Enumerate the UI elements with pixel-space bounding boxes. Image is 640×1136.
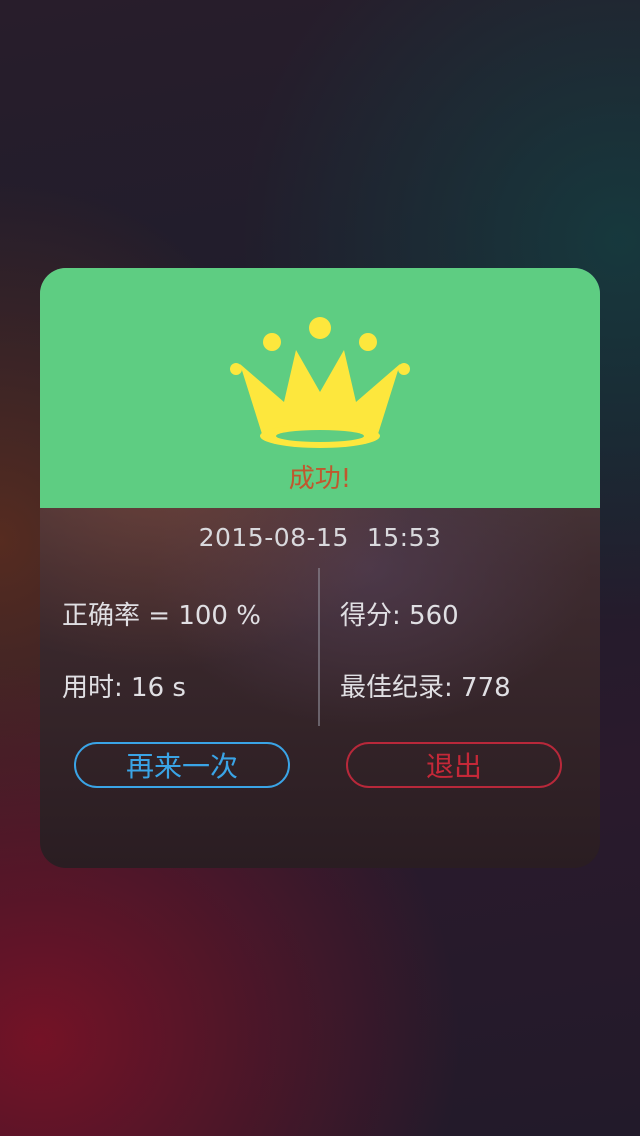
result-title: 成功!: [288, 464, 352, 494]
result-datetime: 2015-08-15 15:53: [40, 523, 600, 552]
exit-button[interactable]: 退出: [346, 742, 562, 788]
result-card: 成功! 2015-08-15 15:53 正确率 = 100 % 用时: 16 s…: [40, 268, 600, 868]
score-stat: 得分: 560: [340, 601, 459, 631]
result-date: 2015-08-15: [198, 523, 349, 552]
result-time: 15:53: [366, 523, 442, 552]
result-header: 成功!: [40, 268, 600, 508]
stats-divider: [318, 568, 320, 726]
crown-icon: [230, 317, 410, 448]
accuracy-stat: 正确率 = 100 %: [62, 601, 261, 631]
retry-button[interactable]: 再来一次: [74, 742, 290, 788]
best-record-stat: 最佳纪录: 778: [340, 673, 511, 703]
duration-stat: 用时: 16 s: [62, 673, 186, 703]
game-result-screen: 成功! 2015-08-15 15:53 正确率 = 100 % 用时: 16 s…: [0, 0, 640, 1136]
